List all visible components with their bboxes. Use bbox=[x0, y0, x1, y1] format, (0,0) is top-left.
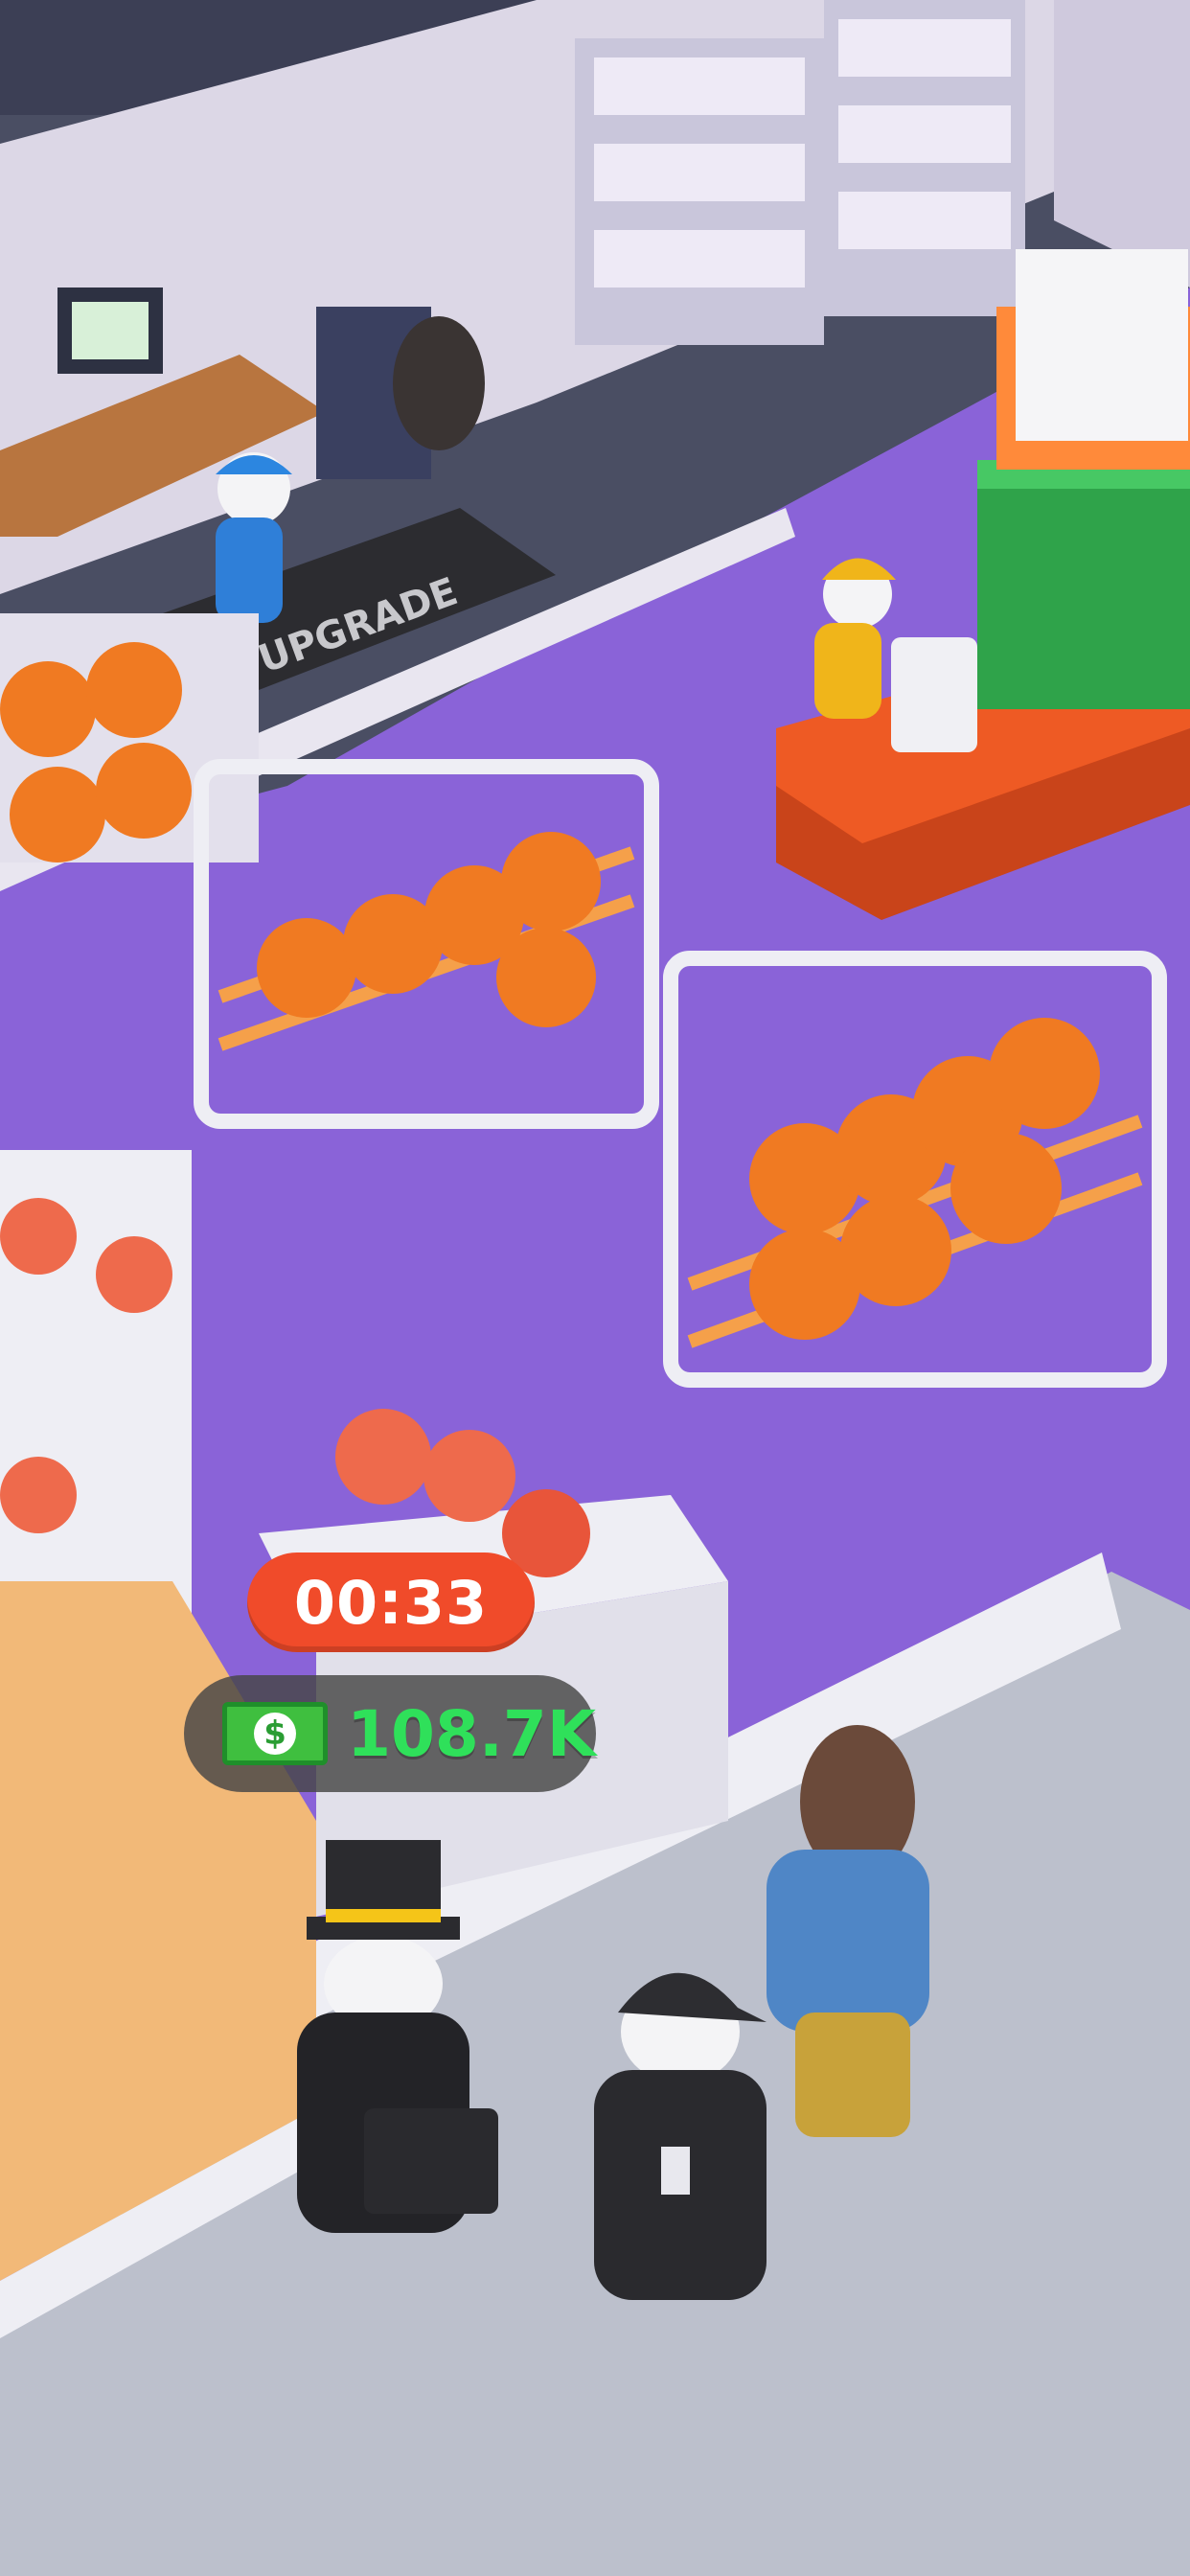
dollar-bill-icon: $ bbox=[222, 1702, 329, 1765]
warehouse-shelf-left bbox=[575, 38, 824, 345]
basketball-rack-left bbox=[0, 613, 259, 862]
cash-stack bbox=[977, 460, 1190, 709]
bat-rack bbox=[996, 249, 1190, 470]
warehouse-shelf-right bbox=[824, 0, 1025, 316]
timer-text: 00:33 bbox=[293, 1567, 489, 1638]
teddy-shelf-left bbox=[0, 1150, 192, 1629]
cash-counter: $ 108.7K bbox=[184, 1675, 596, 1792]
worker-blue-cap bbox=[216, 452, 292, 623]
countdown-timer: 00:33 bbox=[247, 1552, 535, 1652]
trash-bin bbox=[393, 316, 485, 450]
cash-amount: 108.7K bbox=[347, 1696, 596, 1771]
game-scene: UPGRADE bbox=[0, 0, 1190, 2576]
